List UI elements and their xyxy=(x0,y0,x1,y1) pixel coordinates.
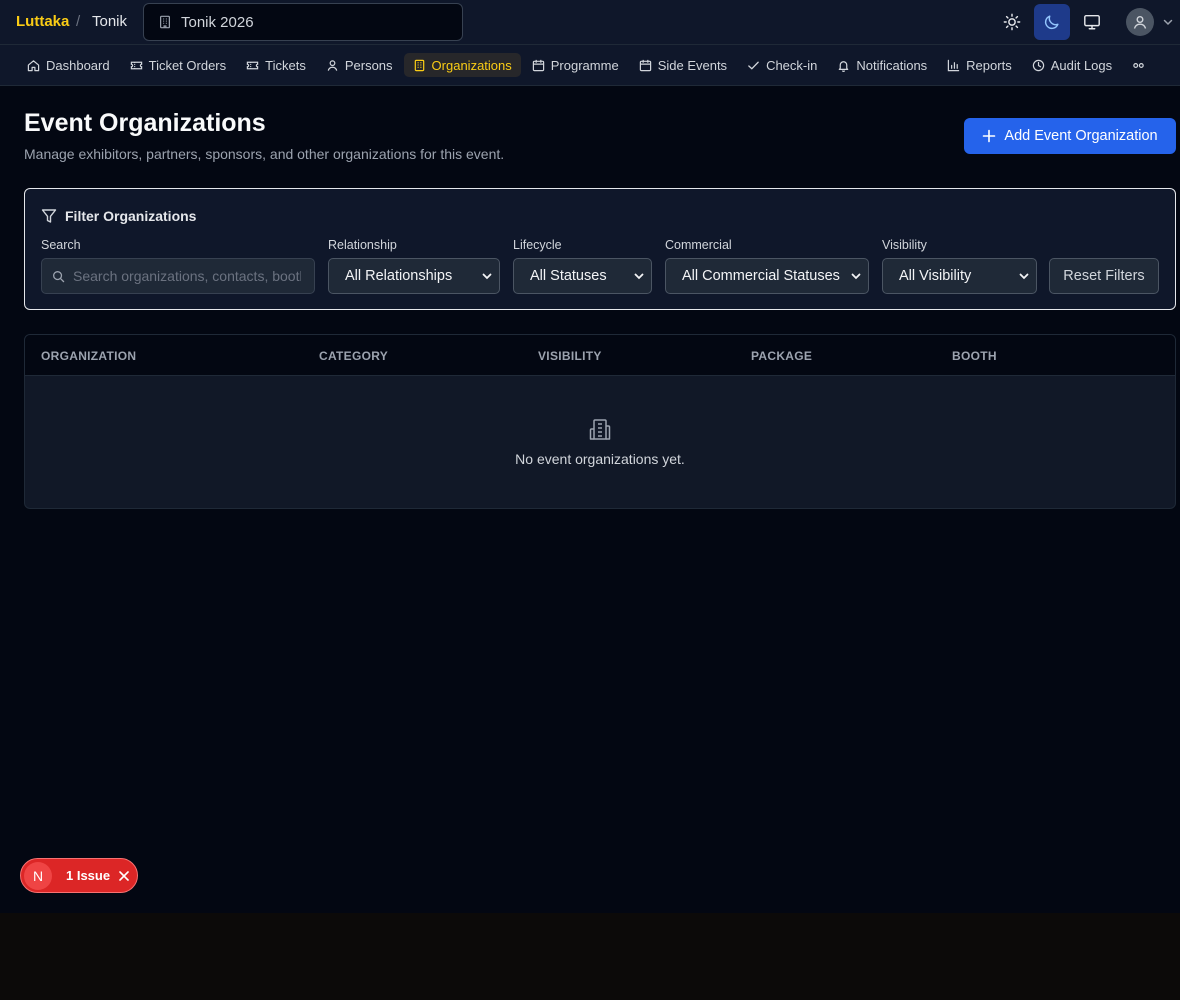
chevron-down-icon xyxy=(482,273,492,280)
light-theme-button[interactable] xyxy=(994,4,1030,40)
nav-label: Dashboard xyxy=(46,57,110,73)
organizations-table: ORGANIZATION CATEGORY VISIBILITY PACKAGE… xyxy=(24,334,1176,509)
page-title: Event Organizations xyxy=(24,109,266,137)
visibility-value: All Visibility xyxy=(899,268,972,284)
column-header-booth[interactable]: BOOTH xyxy=(952,349,997,363)
chevron-down-icon xyxy=(1019,273,1029,280)
search-input[interactable] xyxy=(73,268,301,284)
column-header-organization[interactable]: ORGANIZATION xyxy=(41,349,136,363)
nav-item-notifications[interactable]: Notifications xyxy=(828,53,936,77)
nav-label: Organizations xyxy=(431,57,512,73)
app-root: Luttaka / Tonik Tonik 2026 Dashboard Tic… xyxy=(0,0,1180,913)
check-icon xyxy=(748,61,759,70)
top-bar: Luttaka / Tonik Tonik 2026 xyxy=(0,0,1180,45)
column-header-visibility[interactable]: VISIBILITY xyxy=(538,349,602,363)
empty-state-message: No event organizations yet. xyxy=(515,451,685,467)
page-subtitle: Manage exhibitors, partners, sponsors, a… xyxy=(24,146,505,162)
breadcrumb-organization[interactable]: Tonik xyxy=(92,13,127,30)
relationship-label: Relationship xyxy=(328,238,397,252)
nav-item-audit-logs[interactable]: Audit Logs xyxy=(1023,53,1121,77)
nav-item-check-in[interactable]: Check-in xyxy=(738,53,826,77)
building-icon xyxy=(589,419,611,440)
nav-item-more[interactable] xyxy=(1123,53,1154,77)
search-field[interactable] xyxy=(41,258,315,294)
breadcrumb-separator: / xyxy=(76,13,81,30)
nav-label: Audit Logs xyxy=(1050,57,1113,73)
add-event-organization-button[interactable]: Add Event Organization xyxy=(964,118,1176,154)
lifecycle-value: All Statuses xyxy=(530,268,607,284)
moon-icon xyxy=(1044,15,1059,30)
lifecycle-label: Lifecycle xyxy=(513,238,562,252)
chevron-down-icon xyxy=(634,273,644,280)
issue-count: 1 Issue xyxy=(66,868,111,883)
relationship-select[interactable]: All Relationships xyxy=(328,258,500,294)
nav-label: Tickets xyxy=(265,57,306,73)
home-icon xyxy=(27,59,40,71)
search-label: Search xyxy=(41,238,81,252)
nav-item-dashboard[interactable]: Dashboard xyxy=(18,53,119,77)
filter-icon xyxy=(41,209,57,223)
nav-label: Notifications xyxy=(856,57,928,73)
system-theme-button[interactable] xyxy=(1074,4,1110,40)
ticket-icon xyxy=(130,61,142,69)
event-selector-label: Tonik 2026 xyxy=(181,13,254,31)
issues-badge[interactable]: N 1 Issue xyxy=(20,858,138,893)
add-button-label: Add Event Organization xyxy=(1004,128,1158,144)
nav-item-reports[interactable]: Reports xyxy=(938,53,1021,77)
calendar-icon xyxy=(532,59,544,71)
bar-chart-icon xyxy=(947,59,960,71)
nav-label: Side Events xyxy=(657,57,728,73)
issue-avatar: N xyxy=(24,861,52,890)
commercial-label: Commercial xyxy=(665,238,732,252)
bell-icon xyxy=(839,60,849,72)
nav-label: Reports xyxy=(966,57,1012,73)
nav-label: Ticket Orders xyxy=(148,57,227,73)
column-header-category[interactable]: CATEGORY xyxy=(319,349,388,363)
commercial-select[interactable]: All Commercial Statuses xyxy=(665,258,869,294)
visibility-select[interactable]: All Visibility xyxy=(882,258,1037,294)
monitor-icon xyxy=(1084,14,1100,30)
calendar-icon xyxy=(639,59,651,71)
building-icon xyxy=(160,15,170,29)
nav-item-side-events[interactable]: Side Events xyxy=(630,53,736,77)
ticket-icon xyxy=(246,61,259,69)
brand-logo[interactable]: Luttaka xyxy=(16,13,69,30)
user-icon xyxy=(327,59,338,71)
dark-theme-button[interactable] xyxy=(1034,4,1070,40)
nav-item-organizations[interactable]: Organizations xyxy=(403,53,521,77)
chevron-down-icon[interactable] xyxy=(1162,16,1174,28)
reset-filters-button[interactable]: Reset Filters xyxy=(1049,258,1159,294)
filter-header: Filter Organizations xyxy=(41,208,196,224)
nav-label: Programme xyxy=(550,57,619,73)
clock-icon xyxy=(1032,59,1044,71)
plus-icon xyxy=(983,129,996,143)
chevron-down-icon xyxy=(851,273,861,280)
nav-item-ticket-orders[interactable]: Ticket Orders xyxy=(121,53,236,77)
table-header: ORGANIZATION CATEGORY VISIBILITY PACKAGE… xyxy=(25,335,1175,376)
lifecycle-select[interactable]: All Statuses xyxy=(513,258,652,294)
visibility-label: Visibility xyxy=(882,238,927,252)
nav-label: Persons xyxy=(344,57,393,73)
main-nav: Dashboard Ticket Orders Tickets Persons … xyxy=(0,45,1180,86)
nav-item-programme[interactable]: Programme xyxy=(523,53,628,77)
nav-item-tickets[interactable]: Tickets xyxy=(237,53,315,77)
user-avatar[interactable] xyxy=(1126,8,1154,36)
user-icon xyxy=(1133,16,1147,29)
filter-panel: Filter Organizations Search Relationship… xyxy=(24,188,1176,310)
nav-label: Check-in xyxy=(766,57,818,73)
sun-icon xyxy=(1003,13,1021,31)
column-header-package[interactable]: PACKAGE xyxy=(751,349,812,363)
search-icon xyxy=(53,270,65,282)
nav-item-persons[interactable]: Persons xyxy=(317,53,402,77)
commercial-value: All Commercial Statuses xyxy=(682,268,840,284)
filter-title: Filter Organizations xyxy=(65,208,197,224)
relationship-value: All Relationships xyxy=(345,268,453,284)
more-icon xyxy=(1133,62,1144,68)
close-icon[interactable] xyxy=(118,870,130,882)
event-selector[interactable]: Tonik 2026 xyxy=(143,3,463,41)
building-icon xyxy=(414,59,424,71)
